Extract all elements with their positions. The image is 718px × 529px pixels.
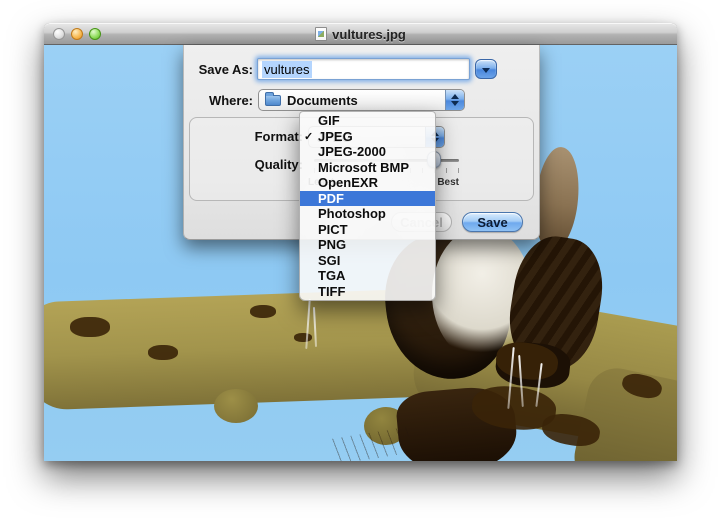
window-title: vultures.jpg [332, 27, 406, 42]
menu-item-sgi[interactable]: SGI [300, 253, 435, 269]
document-icon [315, 27, 327, 41]
bark-spot [148, 345, 178, 360]
where-label: Where: [184, 93, 253, 108]
twig-silhouettes [328, 427, 411, 461]
menu-item-tiff[interactable]: TIFF [300, 284, 435, 300]
bark-spot [250, 305, 276, 318]
save-as-selected-text: vultures [262, 61, 312, 78]
bark-spot [294, 333, 312, 342]
menu-item-jpeg-2000[interactable]: JPEG-2000 [300, 144, 435, 160]
menu-item-jpeg[interactable]: ✓ JPEG [300, 129, 435, 145]
preview-window: vultures.jpg Save As: vultures [44, 23, 677, 461]
menu-item-png[interactable]: PNG [300, 237, 435, 253]
popup-stepper-icon [445, 90, 464, 110]
menu-item-gif[interactable]: GIF [300, 113, 435, 129]
quality-label: Quality: [184, 157, 303, 172]
folder-icon [265, 95, 281, 106]
menu-item-tga[interactable]: TGA [300, 268, 435, 284]
expand-disclosure-button[interactable] [475, 59, 497, 79]
where-value: Documents [287, 93, 358, 108]
where-popup[interactable]: Documents [258, 89, 465, 111]
menu-item-pdf[interactable]: PDF [300, 191, 435, 207]
bark-spot [70, 317, 110, 337]
save-as-input[interactable]: vultures [257, 58, 470, 80]
save-button[interactable]: Save [462, 212, 523, 232]
menu-item-photoshop[interactable]: Photoshop [300, 206, 435, 222]
checkmark-icon: ✓ [304, 130, 313, 143]
format-dropdown-menu: GIF ✓ JPEG JPEG-2000 Microsoft BMP OpenE… [299, 111, 436, 301]
title-area: vultures.jpg [44, 23, 677, 45]
menu-item-pict[interactable]: PICT [300, 222, 435, 238]
menu-item-microsoft-bmp[interactable]: Microsoft BMP [300, 160, 435, 176]
branch-knob [214, 389, 258, 423]
menu-item-openexr[interactable]: OpenEXR [300, 175, 435, 191]
format-label: Format: [184, 129, 303, 144]
titlebar[interactable]: vultures.jpg [44, 23, 677, 45]
save-as-label: Save As: [184, 62, 253, 77]
